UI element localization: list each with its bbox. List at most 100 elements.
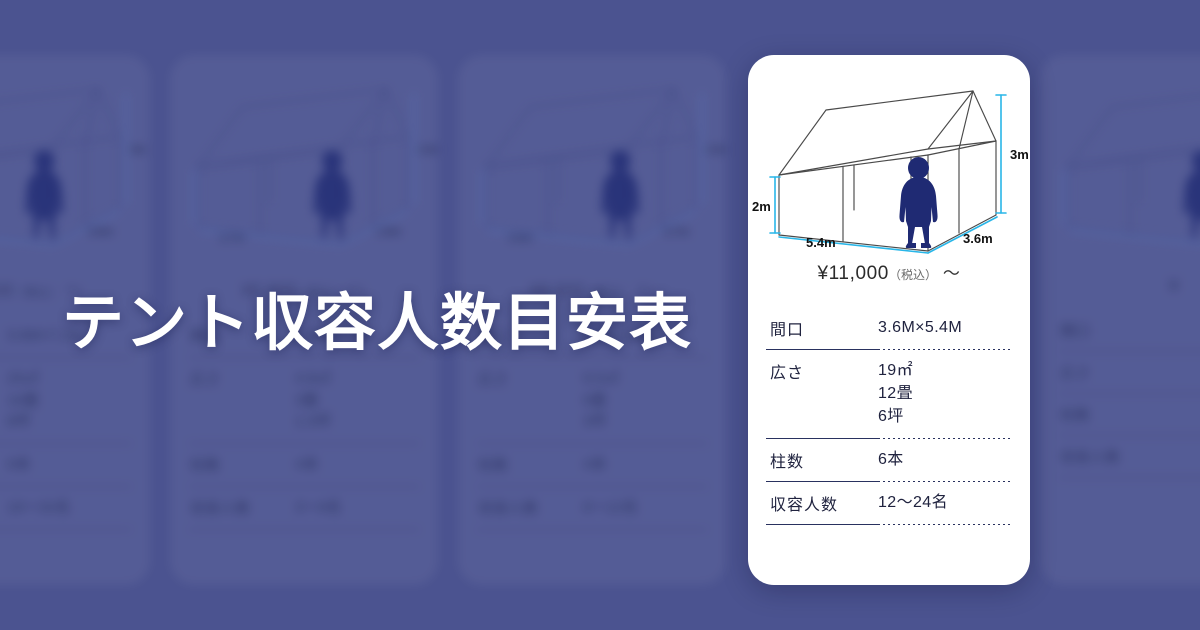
spec-divider — [766, 523, 1012, 525]
spec-row-label: 広さ — [0, 368, 7, 433]
spec-row: 柱数6本 — [0, 444, 132, 486]
spec-value-line: 6坪 — [878, 408, 904, 426]
spec-value-line: 12〜24名 — [878, 493, 948, 511]
spec-value-line: 3〜6名 — [295, 498, 342, 516]
svg-text:3.6m: 3.6m — [963, 231, 993, 246]
spec-table: 間口 3.6M×5.4M 広さ 19㎡ 12畳 6坪柱数 6本収容人数 12〜24名 — [766, 307, 1012, 525]
spec-row-value — [1165, 362, 1200, 383]
spec-value-line: 6本 — [7, 456, 31, 473]
spec-value-line: 25㎡ — [7, 369, 39, 387]
spec-value-line: 4本 — [583, 456, 607, 473]
price-label: ¥11,000（税込） 〜 — [748, 259, 1030, 285]
spec-row: 広さ 4.8㎡ 3畳 1.5坪 — [188, 358, 420, 443]
tent-diagram: 2.6m 2.7m 1.8m — [170, 55, 438, 270]
spec-value-line: 4本 — [295, 456, 319, 473]
spec-value-line: 19㎡ — [878, 362, 913, 379]
spec-row: 柱数 6本 — [766, 439, 1012, 481]
spec-value-line: 16畳 — [7, 391, 39, 409]
spec-row-label: 柱数 — [0, 454, 7, 476]
tent-diagram: 2.6m 3.6m 2.7m — [458, 55, 726, 270]
svg-text:3m: 3m — [1010, 147, 1029, 162]
spec-row-value: 6本 — [878, 448, 1012, 471]
spec-row: 収容人数 — [1058, 436, 1200, 477]
spec-row: 収容人数16〜32名 — [0, 487, 132, 529]
svg-text:2.7m: 2.7m — [220, 232, 245, 244]
spec-row: 柱数 — [1058, 394, 1200, 435]
spec-row-label: 間口 — [1060, 323, 1091, 340]
spec-row: 収容人数 6〜12名 — [476, 487, 708, 529]
spec-value-line: 1.5坪 — [295, 413, 331, 431]
svg-text:2.6m: 2.6m — [418, 144, 438, 156]
spec-row-label: 広さ — [1060, 365, 1091, 382]
svg-text:2m: 2m — [752, 199, 771, 214]
spec-row-label: 収容人数 — [478, 499, 539, 517]
spec-row: 収容人数 3〜6名 — [188, 487, 420, 529]
spec-row-value — [1165, 404, 1200, 425]
spec-divider — [766, 480, 1012, 482]
spec-row: 間口 3.6M×5.4M — [766, 307, 1012, 349]
spec-row-value: 25㎡ 16畳 8坪 — [7, 368, 130, 433]
tent-diagram: 3m 3.6m — [0, 55, 150, 270]
spec-row-value — [1165, 446, 1200, 467]
spec-row: 広さ — [1058, 352, 1200, 393]
spec-divider — [476, 528, 708, 530]
spec-row-label: 収容人数 — [0, 497, 7, 519]
spec-row: 収容人数 12〜24名 — [766, 482, 1012, 524]
featured-tent-card[interactable]: 2m 3m 5.4m 3.6m ¥11,000（税込） 〜 間口 3.6M×5.4… — [748, 55, 1030, 585]
price-amount: ¥23,100 — [0, 281, 15, 300]
price-suffix: 〜 — [942, 264, 961, 283]
spec-value-line: 6畳 — [583, 391, 607, 409]
spec-value-line: 3坪 — [583, 413, 607, 431]
spec-row-label: 広さ — [190, 370, 221, 388]
tent-diagram: 2m 3m 5.4m 3.6m — [748, 55, 1030, 255]
spec-row-value: 4本 — [295, 454, 418, 476]
spec-row: 広さ 19㎡ 12畳 6坪 — [766, 350, 1012, 438]
spec-row: 間口 — [1058, 310, 1200, 351]
svg-text:3.6m: 3.6m — [508, 232, 533, 244]
price-tax-note: （税込） — [888, 268, 937, 282]
svg-text:2.7m: 2.7m — [664, 226, 689, 238]
spec-row-label: 柱数 — [478, 457, 509, 474]
price-amount: ¥ — [1169, 276, 1179, 295]
spec-row: 広さ 9.5㎡ 6畳 3坪 — [476, 358, 708, 443]
spec-row-value: 12〜24名 — [878, 491, 1012, 514]
spec-value-line: 16〜32名 — [7, 498, 71, 516]
page-title: テント収容人数目安表 — [62, 286, 693, 359]
svg-text:5.4m: 5.4m — [806, 235, 836, 250]
spec-row-value: 4本 — [583, 454, 706, 476]
spec-divider — [766, 437, 1012, 439]
price-amount: ¥11,000 — [817, 263, 889, 284]
spec-divider — [0, 528, 132, 530]
price-label: ¥ — [1040, 276, 1200, 296]
spec-row-value: 6本 — [7, 454, 130, 476]
spec-value-line: 6〜12名 — [583, 498, 639, 516]
spec-value-line: 9.5㎡ — [583, 369, 619, 387]
spec-value-line: 3.6M×5.4M — [878, 319, 963, 336]
spec-value-line: 4.8㎡ — [295, 369, 331, 387]
poster-canvas: 3m3.6m¥23,100（税込） 〜間口3.6M×7.2M広さ25㎡16畳8坪… — [0, 0, 1200, 630]
spec-row: 柱数 4本 — [188, 444, 420, 486]
spec-divider — [766, 349, 1012, 350]
spec-row: 柱数 4本 — [476, 444, 708, 486]
spec-value-line: 12畳 — [878, 385, 913, 403]
svg-text:3.6m: 3.6m — [88, 226, 113, 238]
spec-row: 広さ25㎡ 16畳 8坪 — [0, 358, 132, 443]
spec-row-label: 間口 — [770, 322, 805, 339]
spec-table: 間口広さ柱数収容人数 — [1058, 310, 1200, 478]
spec-row-value: 19㎡ 12畳 6坪 — [878, 359, 1012, 429]
spec-value-line: 3畳 — [295, 391, 319, 409]
svg-text:2.6m: 2.6m — [706, 144, 726, 156]
background-tent-card: 2.7m ¥ 間口広さ柱数収容人数 — [1040, 55, 1200, 585]
svg-text:3m: 3m — [130, 144, 146, 156]
spec-row-value: 3.6M×5.4M — [878, 316, 1012, 339]
spec-row-label: 収容人数 — [1060, 449, 1121, 466]
spec-row-label: 収容人数 — [770, 496, 839, 514]
spec-row-value: 6〜12名 — [583, 497, 706, 519]
spec-row-label: 柱数 — [190, 457, 221, 474]
spec-divider — [188, 528, 420, 530]
spec-row-value: 3〜6名 — [295, 497, 418, 519]
spec-row-label: 柱数 — [770, 453, 805, 471]
spec-row-label: 広さ — [770, 365, 805, 382]
svg-text:1.8m: 1.8m — [376, 226, 401, 238]
spec-value-line: 8坪 — [7, 413, 31, 431]
